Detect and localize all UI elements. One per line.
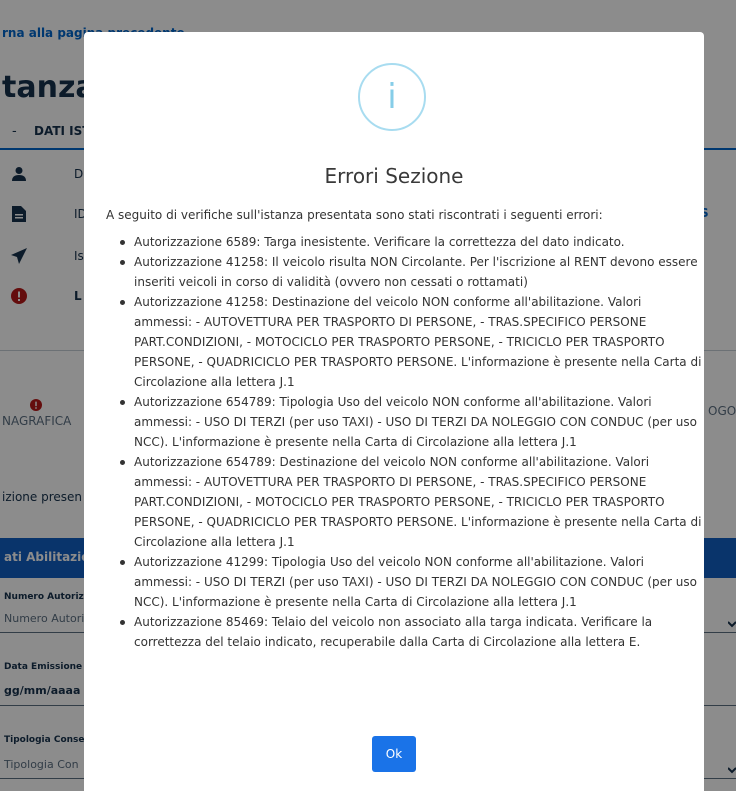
error-dialog: i Errori Sezione A seguito di verifiche …	[84, 32, 704, 802]
list-item: Autorizzazione 41258: Il veicolo risulta…	[118, 252, 702, 292]
list-item: Autorizzazione 41258: Destinazione del v…	[118, 292, 702, 392]
info-icon-glyph: i	[387, 77, 397, 117]
dialog-title: Errori Sezione	[324, 164, 464, 188]
list-item: Autorizzazione 85469: Telaio del veicolo…	[118, 612, 702, 652]
dialog-intro: A seguito di verifiche sull'istanza pres…	[106, 208, 603, 222]
list-item: Autorizzazione 41299: Tipologia Uso del …	[118, 552, 702, 612]
list-item: Autorizzazione 6589: Targa inesistente. …	[118, 232, 702, 252]
list-item: Autorizzazione 654789: Destinazione del …	[118, 452, 702, 552]
ok-button[interactable]: Ok	[372, 736, 416, 772]
error-list: Autorizzazione 6589: Targa inesistente. …	[106, 232, 702, 652]
list-item: Autorizzazione 654789: Tipologia Uso del…	[118, 392, 702, 452]
info-icon: i	[358, 63, 426, 131]
